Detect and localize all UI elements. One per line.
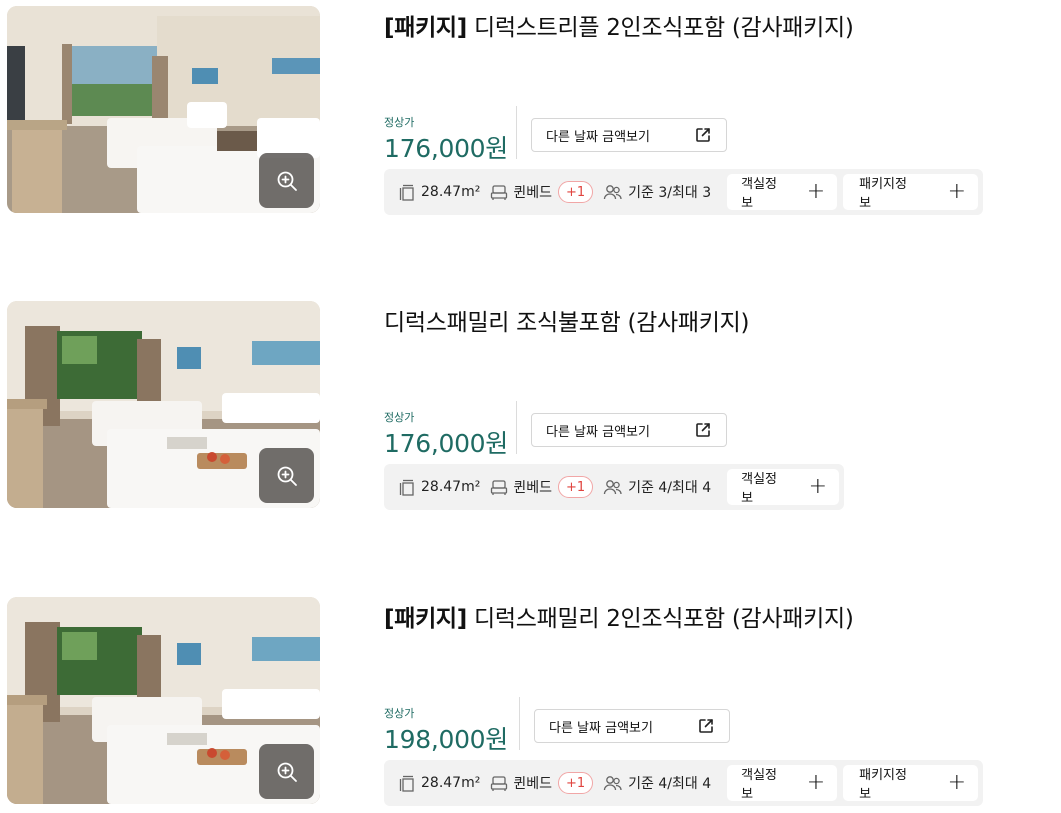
divider	[519, 697, 520, 750]
room-card: [패키지] 디럭스패밀리 2인조식포함 (감사패키지) 정상가 198,000원…	[7, 597, 1007, 806]
bed-chip: 퀸베드 +1	[490, 772, 594, 794]
room-info-label: 객실정보	[741, 177, 777, 211]
people-icon	[604, 184, 622, 199]
bed-chip: 퀸베드 +1	[490, 476, 594, 498]
title-prefix: [패키지]	[384, 606, 468, 632]
capacity-value: 기준 4/최대 4	[628, 776, 712, 792]
room-info-button[interactable]: 객실정보 +	[727, 765, 838, 802]
capacity-chip: 기준 4/최대 4	[603, 773, 711, 793]
room-info-bar: 28.47m² 퀸베드 +1 기준 3/최대 3 객실정보 + 패키지정보 +	[384, 169, 983, 215]
room-title: 디럭스패밀리 조식불포함 (감사패키지)	[384, 303, 749, 337]
area-value: 28.47m²	[421, 775, 481, 791]
area-icon	[399, 479, 414, 496]
room-info-button[interactable]: 객실정보 +	[727, 469, 839, 506]
room-info-bar: 28.47m² 퀸베드 +1 기준 4/최대 4 객실정보 +	[384, 464, 844, 510]
plus-icon: +	[806, 770, 826, 795]
plus-icon: +	[947, 770, 966, 795]
room-info-bar: 28.47m² 퀸베드 +1 기준 4/최대 4 객실정보 + 패키지정보 +	[384, 760, 983, 806]
title-text: 디럭스트리플 2인조식포함 (감사패키지)	[474, 15, 854, 41]
plus-icon: +	[808, 474, 827, 499]
area-value: 28.47m²	[421, 479, 481, 495]
bed-icon	[491, 775, 508, 791]
room-info-label: 객실정보	[741, 768, 777, 802]
bed-icon	[491, 184, 508, 200]
title-prefix: [패키지]	[384, 15, 468, 41]
area-icon	[399, 184, 414, 201]
other-date-price-button[interactable]: 다른 날짜 금액보기	[531, 118, 727, 152]
room-card: 디럭스패밀리 조식불포함 (감사패키지) 정상가 176,000원 다른 날짜 …	[7, 301, 1007, 510]
external-link-icon	[696, 128, 710, 142]
area-icon	[399, 775, 414, 792]
extra-bed-badge: +1	[557, 772, 594, 794]
room-photo[interactable]	[7, 6, 320, 213]
external-link-icon	[696, 423, 710, 437]
bed-chip: 퀸베드 +1	[490, 181, 594, 203]
area-chip: 28.47m²	[399, 775, 480, 792]
room-price: 176,000원	[384, 429, 508, 458]
plus-icon: +	[947, 179, 966, 204]
plus-icon: +	[806, 179, 826, 204]
other-date-label: 다른 날짜 금액보기	[546, 424, 650, 440]
zoom-button[interactable]	[259, 448, 314, 503]
package-info-label: 패키지정보	[859, 768, 907, 802]
other-date-price-button[interactable]: 다른 날짜 금액보기	[531, 413, 727, 447]
people-icon	[604, 775, 622, 790]
zoom-in-icon	[277, 762, 297, 782]
title-text: 디럭스패밀리 조식불포함 (감사패키지)	[384, 310, 750, 336]
title-text: 디럭스패밀리 2인조식포함 (감사패키지)	[474, 606, 854, 632]
price-label: 정상가	[384, 116, 415, 129]
room-title: [패키지] 디럭스트리플 2인조식포함 (감사패키지)	[384, 8, 854, 42]
zoom-button[interactable]	[259, 744, 314, 799]
zoom-button[interactable]	[259, 153, 314, 208]
people-icon	[604, 479, 622, 494]
room-photo[interactable]	[7, 301, 320, 508]
room-info-button[interactable]: 객실정보 +	[727, 174, 838, 211]
package-info-button[interactable]: 패키지정보 +	[843, 765, 978, 802]
divider	[516, 401, 517, 454]
zoom-in-icon	[277, 171, 297, 191]
bed-type: 퀸베드	[513, 185, 552, 201]
area-value: 28.47m²	[421, 184, 481, 200]
area-chip: 28.47m²	[399, 479, 480, 496]
price-label: 정상가	[384, 707, 415, 720]
area-chip: 28.47m²	[399, 184, 480, 201]
room-info-label: 객실정보	[741, 472, 777, 506]
room-card: [패키지] 디럭스트리플 2인조식포함 (감사패키지) 정상가 176,000원…	[7, 6, 1007, 215]
package-info-label: 패키지정보	[859, 177, 907, 211]
room-title: [패키지] 디럭스패밀리 2인조식포함 (감사패키지)	[384, 599, 854, 633]
capacity-chip: 기준 3/최대 3	[603, 182, 711, 202]
bed-type: 퀸베드	[513, 776, 552, 792]
other-date-label: 다른 날짜 금액보기	[549, 720, 653, 736]
divider	[516, 106, 517, 159]
extra-bed-badge: +1	[557, 476, 594, 498]
capacity-chip: 기준 4/최대 4	[603, 477, 711, 497]
bed-type: 퀸베드	[513, 480, 552, 496]
capacity-value: 기준 4/최대 4	[628, 480, 712, 496]
other-date-label: 다른 날짜 금액보기	[546, 129, 650, 145]
room-price: 176,000원	[384, 134, 508, 163]
price-label: 정상가	[384, 411, 415, 424]
extra-bed-badge: +1	[557, 181, 594, 203]
room-price: 198,000원	[384, 725, 508, 754]
package-info-button[interactable]: 패키지정보 +	[843, 174, 978, 211]
external-link-icon	[699, 719, 713, 733]
zoom-in-icon	[277, 466, 297, 486]
capacity-value: 기준 3/최대 3	[628, 185, 712, 201]
other-date-price-button[interactable]: 다른 날짜 금액보기	[534, 709, 730, 743]
bed-icon	[491, 479, 508, 495]
room-photo[interactable]	[7, 597, 320, 804]
